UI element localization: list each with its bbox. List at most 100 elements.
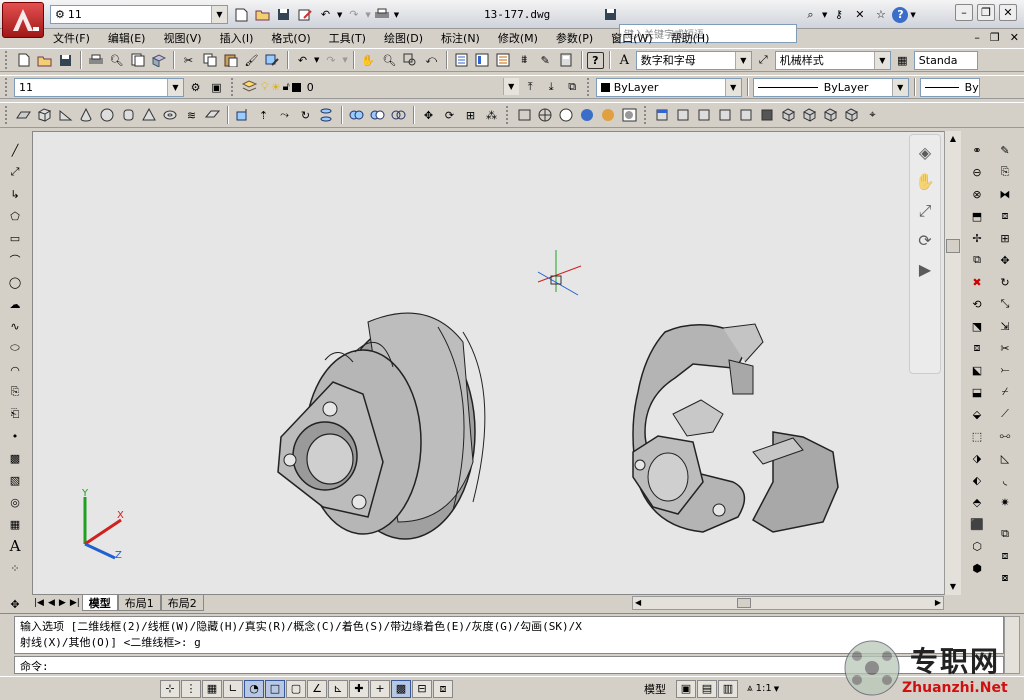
ellipse-icon[interactable]: ⬭	[5, 338, 25, 358]
erase-icon[interactable]: ✎	[995, 140, 1015, 160]
presspull-icon[interactable]: ⇡	[254, 106, 273, 125]
top-view-icon[interactable]	[653, 106, 672, 125]
menu-edit[interactable]: 编辑(E)	[99, 30, 155, 46]
3d-print-icon[interactable]	[149, 51, 168, 70]
chevron-down-icon[interactable]: ▼	[394, 11, 399, 19]
tool-palettes-icon[interactable]	[494, 51, 513, 70]
add-selected-icon[interactable]: ⁘	[5, 558, 25, 578]
menu-help[interactable]: 帮助(H)	[662, 30, 719, 46]
pan-icon[interactable]: ✋	[359, 51, 378, 70]
osnap-icon[interactable]: □	[265, 679, 285, 698]
offset-faces-icon[interactable]: ⧉	[967, 250, 987, 270]
circle-icon[interactable]: ◯	[5, 272, 25, 292]
chamfer-icon[interactable]: ◺	[995, 448, 1015, 468]
hidden-icon[interactable]	[557, 106, 576, 125]
trim-icon[interactable]: ✂	[995, 338, 1015, 358]
loft-icon[interactable]	[317, 106, 336, 125]
redo-icon[interactable]: ↷	[344, 5, 363, 24]
layer-merge-icon[interactable]: ⧇	[995, 568, 1015, 588]
polygon-icon[interactable]: ⬠	[5, 206, 25, 226]
scroll-thumb[interactable]	[946, 239, 960, 253]
delete-faces-icon[interactable]: ✖	[967, 272, 987, 292]
menu-insert[interactable]: 插入(I)	[211, 30, 263, 46]
infer-constraints-icon[interactable]: ⊹	[160, 679, 180, 698]
scroll-right-arrow[interactable]: ▶	[935, 597, 941, 609]
toolbar-grip[interactable]	[5, 78, 9, 96]
menu-file[interactable]: 文件(F)	[44, 30, 99, 46]
ne-iso-icon[interactable]	[821, 106, 840, 125]
h-scroll-thumb[interactable]	[737, 598, 751, 608]
quick-view-drawings-icon[interactable]: ▥	[718, 679, 738, 698]
helix-icon[interactable]: ≋	[182, 106, 201, 125]
layer-previous-icon[interactable]: ⤓	[542, 78, 561, 97]
chevron-down-icon[interactable]: ▼	[314, 56, 319, 64]
new-icon[interactable]	[14, 51, 33, 70]
selection-cycling-icon[interactable]: ⧈	[433, 679, 453, 698]
dyn-icon[interactable]: ✚	[349, 679, 369, 698]
make-current-layer-icon[interactable]: ⤒	[521, 78, 540, 97]
binoculars-icon[interactable]: ⌕	[801, 5, 820, 24]
slice-icon[interactable]: ⬡	[967, 536, 987, 556]
3d-move-icon[interactable]: ✥	[419, 106, 438, 125]
union-icon[interactable]	[347, 106, 366, 125]
zoom-realtime-icon[interactable]: 🔍︎	[380, 51, 399, 70]
back-view-icon[interactable]	[758, 106, 777, 125]
tab-last-arrow[interactable]: ▶|	[68, 598, 82, 608]
imprint-icon[interactable]: ⬚	[967, 426, 987, 446]
copy-icon[interactable]	[200, 51, 219, 70]
polyline-icon[interactable]: ↳	[5, 184, 25, 204]
wedge-icon[interactable]	[56, 106, 75, 125]
scroll-down-arrow[interactable]: ▼	[945, 579, 961, 595]
publish-icon[interactable]	[128, 51, 147, 70]
array-icon[interactable]: ⊞	[995, 228, 1015, 248]
new-file-icon[interactable]	[232, 5, 251, 24]
layer-iso-icon[interactable]: ⧈	[995, 546, 1015, 566]
tab-prev-arrow[interactable]: ◀	[46, 598, 57, 608]
ortho-icon[interactable]: ∟	[223, 679, 243, 698]
chevron-down-icon[interactable]: ▼	[365, 11, 370, 19]
nw-iso-icon[interactable]	[842, 106, 861, 125]
polysolid-icon[interactable]	[14, 106, 33, 125]
lineweight-combo[interactable]: By	[919, 77, 980, 97]
menu-tools[interactable]: 工具(T)	[320, 30, 375, 46]
rectangle-icon[interactable]: ▭	[5, 228, 25, 248]
region-icon[interactable]: ◎	[5, 492, 25, 512]
torus-icon[interactable]	[161, 106, 180, 125]
shell-icon[interactable]: ⬘	[967, 492, 987, 512]
planar-surface-icon[interactable]	[203, 106, 222, 125]
scale-icon[interactable]: ⤡	[995, 294, 1015, 314]
layer-on-icon[interactable]: 💡︎	[261, 80, 269, 94]
workspace-combo[interactable]: ⚙ 11 ▼	[50, 5, 228, 24]
transparency-icon[interactable]: ▩	[391, 679, 411, 698]
vertical-scrollbar[interactable]: ▲ ▼	[944, 131, 961, 595]
open-icon[interactable]	[35, 51, 54, 70]
tab-layout1[interactable]: 布局1	[117, 595, 161, 611]
save-icon[interactable]	[56, 51, 75, 70]
subtract-icon[interactable]	[368, 106, 387, 125]
3d-osnap-icon[interactable]: ▢	[286, 679, 306, 698]
chevron-down-icon[interactable]: ▼	[337, 11, 342, 19]
menu-format[interactable]: 格式(O)	[262, 30, 319, 46]
color-faces-icon[interactable]: ⬕	[967, 360, 987, 380]
text-style-icon[interactable]: A	[615, 51, 634, 70]
copy-object-icon[interactable]: ⎘	[995, 162, 1015, 182]
model-space-label[interactable]: 模型	[644, 681, 666, 697]
rotate-faces-icon[interactable]: ⟲	[967, 294, 987, 314]
taper-faces-icon[interactable]: ⬔	[967, 316, 987, 336]
zoom-previous-icon[interactable]: ⤺	[422, 51, 441, 70]
camera-icon[interactable]: ⌖	[863, 106, 882, 125]
union-icon[interactable]: ⚭	[967, 140, 987, 160]
bottom-view-icon[interactable]	[674, 106, 693, 125]
cone-icon[interactable]	[77, 106, 96, 125]
plot-icon[interactable]	[373, 5, 392, 24]
plot-icon[interactable]	[86, 51, 105, 70]
right-view-icon[interactable]	[716, 106, 735, 125]
copy-faces-icon[interactable]: ⧈	[967, 338, 987, 358]
quick-properties-icon[interactable]: ⊟	[412, 679, 432, 698]
realistic-icon[interactable]	[578, 106, 597, 125]
separate-icon[interactable]: ⬖	[967, 470, 987, 490]
pyramid-icon[interactable]	[140, 106, 159, 125]
help-icon[interactable]: ?	[892, 6, 909, 23]
save-as-icon[interactable]	[295, 5, 314, 24]
table-icon[interactable]: ▦	[5, 514, 25, 534]
